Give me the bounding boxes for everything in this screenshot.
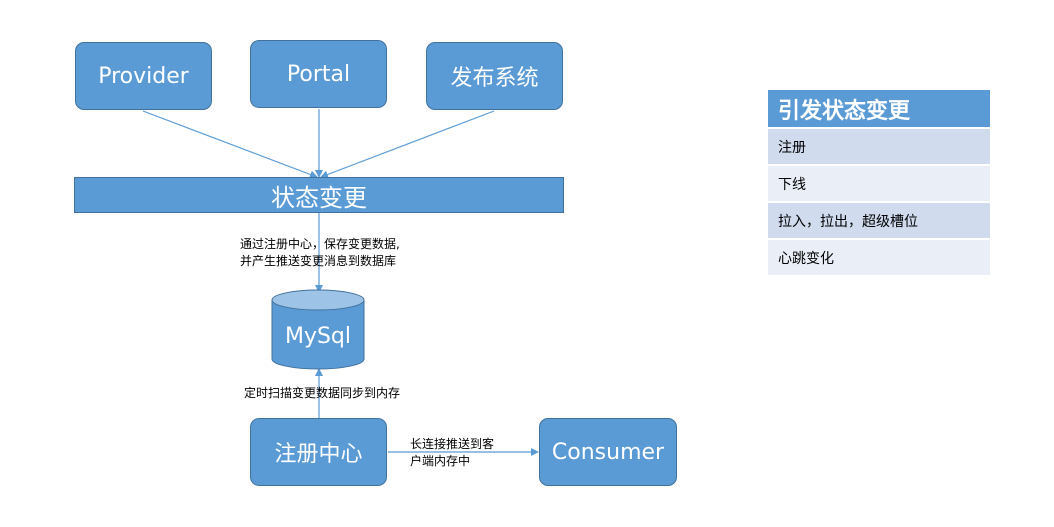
edge-provider-to-state <box>142 110 318 179</box>
consumer-node: Consumer <box>539 418 677 486</box>
edge-label-push-to-client: 长连接推送到客 户端内存中 <box>410 437 495 468</box>
edge-release-to-state <box>320 110 495 179</box>
portal-node: Portal <box>250 40 387 108</box>
edge-label-save-to-db: 通过注册中心，保存变更数据, 并产生推送变更消息到数据库 <box>240 237 400 268</box>
edge-label-sync-to-memory: 定时扫描变更数据同步到内存 <box>244 386 401 400</box>
trigger-table-row: 下线 <box>768 164 990 201</box>
state-change-bar: 状态变更 <box>74 177 564 213</box>
trigger-table-row: 拉入，拉出，超级槽位 <box>768 201 990 238</box>
mysql-label: MySql <box>284 323 352 349</box>
trigger-table: 引发状态变更 注册 下线 拉入，拉出，超级槽位 心跳变化 <box>768 90 990 275</box>
trigger-table-header: 引发状态变更 <box>768 90 990 127</box>
provider-node: Provider <box>75 42 212 110</box>
release-system-node: 发布系统 <box>426 42 563 110</box>
trigger-table-row: 心跳变化 <box>768 238 990 275</box>
trigger-table-row: 注册 <box>768 127 990 164</box>
registry-node: 注册中心 <box>250 418 387 486</box>
